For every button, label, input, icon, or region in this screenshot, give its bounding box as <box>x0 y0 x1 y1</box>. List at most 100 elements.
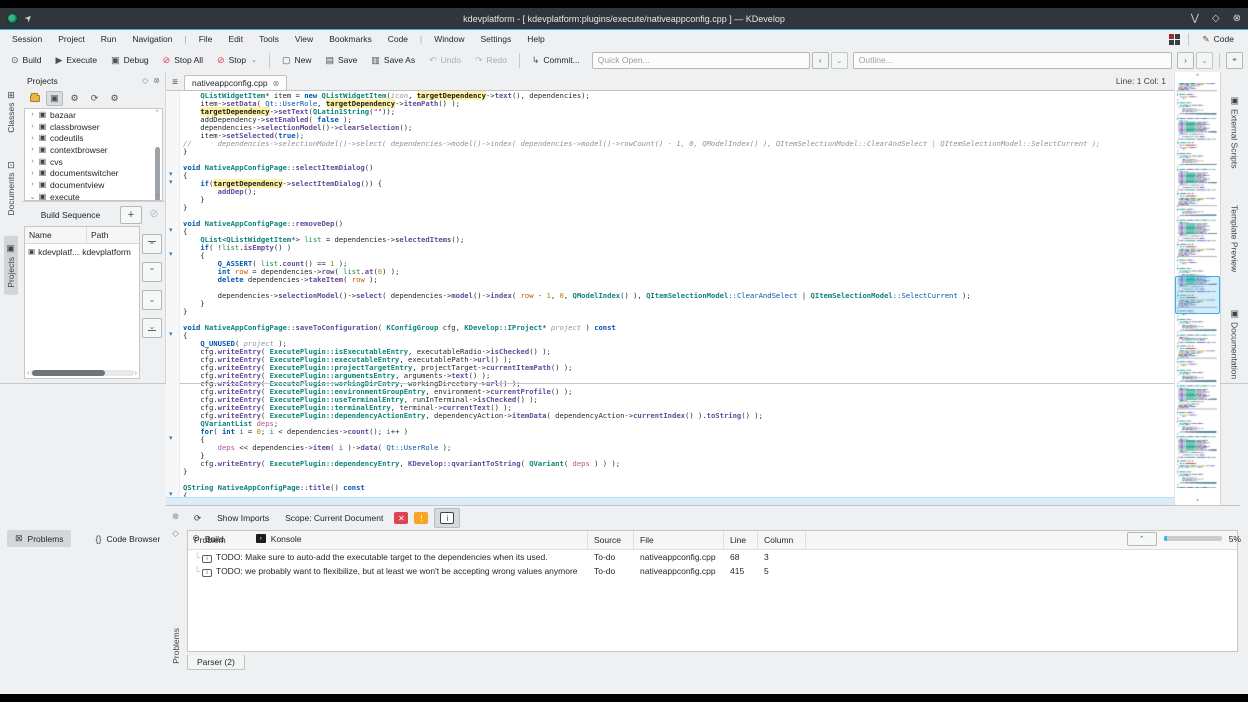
menu-session[interactable]: Session <box>4 32 50 46</box>
rebuild-selection-button[interactable]: ⟳ <box>86 91 103 106</box>
column-header-name[interactable]: Name <box>25 226 87 243</box>
stop-all-button[interactable]: ⊘ Stop All <box>157 52 209 68</box>
maximize-button[interactable]: ◇ <box>1212 13 1220 24</box>
new-button[interactable]: ▢ New <box>276 52 318 68</box>
column-header-path[interactable]: Path <box>87 227 139 243</box>
prev-button[interactable]: ‹ <box>811 51 829 69</box>
move-to-top-button[interactable]: ⌃ <box>142 233 162 254</box>
tree-item-bazaar[interactable]: › ▣ bazaar <box>25 109 162 121</box>
scroll-up-icon[interactable]: ⌃ <box>1175 72 1220 83</box>
editor-tab-active[interactable]: nativeappconfig.cpp ⊗ <box>184 75 288 90</box>
menu-project[interactable]: Project <box>50 32 92 46</box>
move-up-button[interactable]: ⌃ <box>142 261 162 282</box>
build-sequence-row[interactable]: ▣ kdevplatf... kdevplatform <box>25 244 139 260</box>
toolview-tab-external-scripts[interactable]: ▣ External Scripts <box>1228 88 1242 176</box>
tree-item-documentswitcher[interactable]: › ▣ documentswitcher <box>25 167 162 179</box>
expander-icon[interactable]: › <box>28 111 37 118</box>
undo-button[interactable]: ↶ Undo <box>423 52 467 68</box>
menu-navigation[interactable]: Navigation <box>124 32 180 46</box>
menu-bookmarks[interactable]: Bookmarks <box>321 32 380 46</box>
close-panel-icon[interactable]: ⊗ <box>153 76 160 85</box>
sidebar-tab-projects[interactable]: Projects ▣ <box>4 236 18 296</box>
outline-input[interactable] <box>852 51 1172 69</box>
minimap-viewport[interactable] <box>1175 276 1220 315</box>
fold-marker-icon[interactable]: ▾ <box>169 491 173 499</box>
dropdown-icon[interactable]: ⌄ <box>251 56 257 64</box>
open-project-folder-button[interactable] <box>26 91 43 106</box>
warnings-filter-icon[interactable]: ! <box>414 512 429 524</box>
tree-item-execute[interactable]: ⌄ ▣ execute <box>25 191 162 200</box>
debug-button[interactable]: ▣ Debug <box>105 52 155 68</box>
remove-from-build-sequence-button[interactable]: ⊘ <box>146 207 162 223</box>
expander-icon[interactable]: ⌄ <box>28 193 37 200</box>
prev-dropdown-icon[interactable]: ⌄ <box>830 51 848 69</box>
errors-filter-icon[interactable]: ✕ <box>394 512 409 524</box>
build-button[interactable]: ⊙ Build <box>5 52 47 68</box>
menu-help[interactable]: Help <box>519 32 552 46</box>
expander-icon[interactable]: › <box>28 170 37 177</box>
tree-scroll-up-icon[interactable]: ⌃ <box>153 110 161 118</box>
menu-run[interactable]: Run <box>93 32 125 46</box>
toolview-tab-template-preview[interactable]: Template Preview <box>1228 198 1242 279</box>
expander-icon[interactable]: › <box>28 135 37 142</box>
document-list-icon[interactable]: ≡ <box>166 74 184 90</box>
next-dropdown-icon[interactable]: ⌄ <box>1196 51 1213 69</box>
save-button[interactable]: ▤ Save <box>320 52 364 68</box>
menu-view[interactable]: View <box>287 32 321 46</box>
stop-button[interactable]: ⊘ Stop ⌄ <box>211 52 263 68</box>
tree-scroll-down-icon[interactable]: ⌄ <box>153 191 161 199</box>
build-sequence-hscrollbar[interactable]: ‹ › <box>25 369 139 378</box>
expander-icon[interactable]: › <box>28 146 37 153</box>
menu-code[interactable]: Code <box>380 32 416 46</box>
quick-open-input[interactable] <box>591 51 810 69</box>
tree-scrollbar[interactable] <box>154 119 161 200</box>
scroll-down-icon[interactable]: ⌄ <box>1175 494 1220 505</box>
next-button[interactable]: › <box>1177 51 1194 69</box>
area-code-button[interactable]: ✎ Code <box>1197 32 1240 47</box>
expander-icon[interactable]: › <box>28 158 37 165</box>
statusbar-problems[interactable]: ⊠ Problems <box>7 530 72 548</box>
fold-marker-icon[interactable]: ▾ <box>169 171 173 179</box>
expander-icon[interactable]: › <box>28 123 37 130</box>
menu-file[interactable]: File <box>191 32 221 46</box>
close-button[interactable]: ⊗ <box>1233 13 1241 24</box>
execute-button[interactable]: ▶ Execute <box>49 52 103 68</box>
sidebar-tab-documents[interactable]: Documents ⊡ <box>4 154 18 223</box>
expand-statusbar-button[interactable]: ⌃ <box>1126 531 1157 546</box>
menu-tools[interactable]: Tools <box>251 32 287 46</box>
fold-marker-icon[interactable]: ▾ <box>169 227 173 235</box>
minimize-button[interactable]: ⋁ <box>1191 13 1199 24</box>
expander-icon[interactable]: › <box>28 181 37 188</box>
tree-item-classbrowser[interactable]: › ▣ classbrowser <box>25 121 162 133</box>
menu-window[interactable]: Window <box>426 32 472 46</box>
tree-item-contextbrowser[interactable]: › ▣ contextbrowser <box>25 144 162 156</box>
commit-button[interactable]: ↳ Commit... <box>526 52 586 68</box>
add-to-build-sequence-button[interactable]: + <box>120 205 142 224</box>
sidebar-tab-classes[interactable]: Classes ⊞ <box>4 84 18 140</box>
tree-item-codeutils[interactable]: › ▣ codeutils <box>25 132 162 144</box>
fold-marker-icon[interactable]: ▾ <box>169 331 173 339</box>
statusbar-build[interactable]: ⊙ Build <box>184 530 231 547</box>
minimap[interactable] <box>1175 83 1220 494</box>
float-panel-icon[interactable]: ◇ <box>142 76 148 85</box>
statusbar-code-browser[interactable]: {} Code Browser <box>87 531 168 547</box>
install-selection-button[interactable]: ⚙ <box>66 91 83 106</box>
tab-close-icon[interactable]: ⊗ <box>273 79 280 88</box>
redo-button[interactable]: ↷ Redo <box>469 52 513 68</box>
build-selection-button[interactable]: ▣ <box>46 91 63 106</box>
fold-marker-icon[interactable]: ▾ <box>169 251 173 259</box>
tree-item-cvs[interactable]: › ▣ cvs <box>25 156 162 168</box>
tree-item-documentview[interactable]: › ▣ documentview <box>25 179 162 191</box>
area-switcher-icon[interactable] <box>1168 33 1180 45</box>
browse-mode-button[interactable]: ⌖ <box>1226 51 1243 69</box>
menu-edit[interactable]: Edit <box>220 32 251 46</box>
statusbar-konsole[interactable]: › Konsole <box>248 531 310 547</box>
fold-gutter[interactable]: ▾ ▾ ▾ ▾ ▾ ▾ ▾ <box>166 91 180 499</box>
fold-marker-icon[interactable]: ▾ <box>169 435 173 443</box>
configure-selection-button[interactable]: ⚙ <box>106 91 123 106</box>
save-as-button[interactable]: ▥ Save As <box>365 52 421 68</box>
move-down-button[interactable]: ⌄ <box>142 289 162 310</box>
toolview-tab-documentation[interactable]: ▣ Documentation <box>1228 301 1242 386</box>
move-to-bottom-button[interactable]: ⌄ <box>142 317 162 338</box>
fold-marker-icon[interactable]: ▾ <box>169 179 173 187</box>
